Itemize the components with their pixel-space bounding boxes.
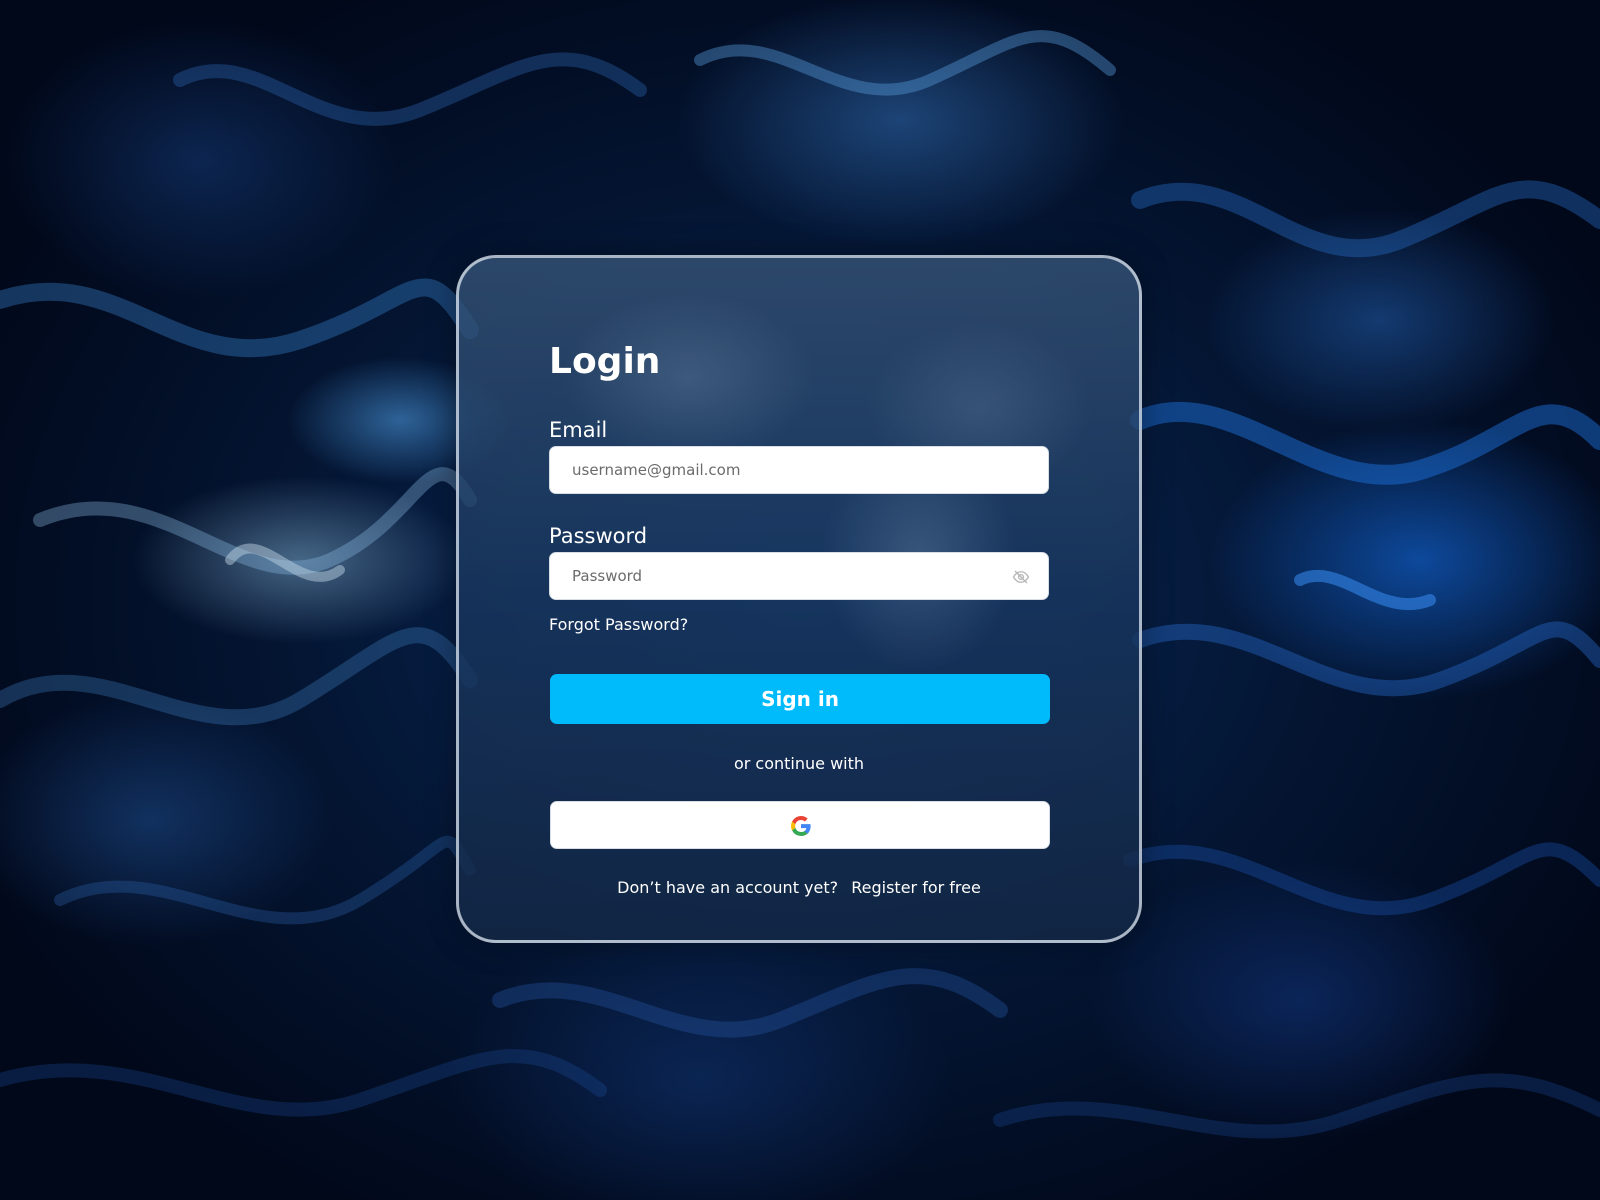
sign-in-button[interactable]: Sign in bbox=[550, 674, 1050, 724]
eye-slash-icon[interactable] bbox=[1012, 568, 1030, 586]
login-card: Login Email Password Forgot Password? Si… bbox=[456, 255, 1142, 943]
login-title: Login bbox=[549, 341, 661, 382]
eye-slash-icon-graphic bbox=[1012, 570, 1030, 584]
google-icon bbox=[791, 816, 811, 836]
google-sign-in-button[interactable] bbox=[550, 801, 1050, 849]
email-input[interactable] bbox=[550, 447, 1048, 493]
register-prompt: Don’t have an account yet? Register for … bbox=[459, 878, 1139, 898]
divider-text: or continue with bbox=[733, 754, 865, 773]
email-label: Email bbox=[549, 418, 608, 442]
email-field-wrapper bbox=[549, 446, 1049, 494]
register-link[interactable]: Register for free bbox=[851, 878, 981, 897]
register-prompt-text: Don’t have an account yet? bbox=[617, 878, 839, 897]
password-field-wrapper bbox=[549, 552, 1049, 600]
password-label: Password bbox=[549, 524, 648, 548]
password-input[interactable] bbox=[550, 553, 1048, 599]
forgot-password-link[interactable]: Forgot Password? bbox=[549, 615, 688, 635]
